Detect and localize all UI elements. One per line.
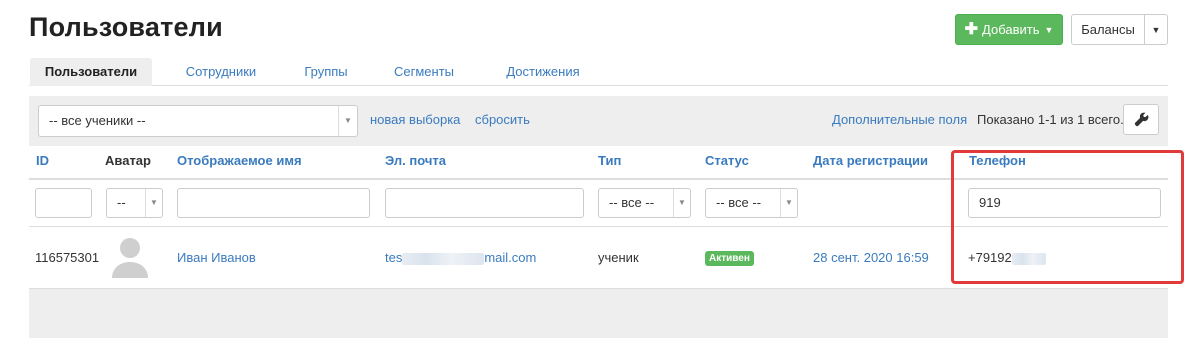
segment-select-value: -- все ученики -- — [49, 113, 146, 128]
new-selection-link[interactable]: новая выборка — [370, 112, 460, 127]
caret-down-icon: ▼ — [1151, 24, 1161, 35]
tab-achievements[interactable]: Достижения — [495, 58, 591, 86]
tab-segments[interactable]: Сегменты — [386, 58, 462, 86]
filter-type-select[interactable]: -- все -- ▼ — [598, 188, 691, 218]
filter-type-value: -- все -- — [609, 195, 655, 210]
filter-name-input[interactable] — [177, 188, 370, 218]
redacted-blur — [402, 252, 485, 265]
column-header-registered[interactable]: Дата регистрации — [813, 153, 928, 168]
row-divider — [29, 288, 1168, 289]
caret-down-icon: ▼ — [1044, 24, 1054, 35]
wrench-icon — [1134, 112, 1149, 127]
tab-groups[interactable]: Группы — [291, 58, 361, 86]
column-header-email[interactable]: Эл. почта — [385, 153, 446, 168]
filter-id-input[interactable] — [35, 188, 92, 218]
chevron-down-icon: ▼ — [673, 189, 690, 217]
user-email-link[interactable]: tes mail.com — [385, 250, 536, 265]
user-type: ученик — [598, 250, 639, 265]
redacted-blur — [1011, 252, 1046, 265]
chevron-down-icon: ▼ — [338, 106, 357, 136]
column-header-type[interactable]: Тип — [598, 153, 621, 168]
user-phone: +79192 — [968, 250, 1046, 265]
extra-fields-link[interactable]: Дополнительные поля — [832, 112, 967, 127]
add-button[interactable]: ✚ Добавить ▼ — [955, 14, 1063, 45]
user-phone-start: +79192 — [968, 250, 1012, 265]
column-header-phone[interactable]: Телефон — [969, 153, 1026, 168]
filter-status-select[interactable]: -- все -- ▼ — [705, 188, 798, 218]
filter-phone-input[interactable]: 919 — [968, 188, 1161, 218]
tabs-bar: Пользователи Сотрудники Группы Сегменты … — [29, 58, 1168, 86]
filter-email-input[interactable] — [385, 188, 584, 218]
column-header-status[interactable]: Статус — [705, 153, 749, 168]
balances-dropdown-toggle[interactable]: ▼ — [1144, 14, 1168, 45]
balances-button[interactable]: Балансы — [1071, 14, 1145, 45]
header-divider — [29, 178, 1168, 180]
users-panel: -- все ученики -- ▼ новая выборка сброси… — [29, 96, 1168, 338]
user-registered-link[interactable]: 28 сент. 2020 16:59 — [813, 250, 929, 265]
tab-employees[interactable]: Сотрудники — [171, 58, 271, 86]
status-badge: Активен — [705, 251, 754, 266]
page-title: Пользователи — [29, 12, 223, 42]
user-name-link[interactable]: Иван Иванов — [177, 250, 256, 265]
user-email-end: mail.com — [484, 250, 537, 265]
settings-button[interactable] — [1123, 104, 1159, 135]
results-count: Показано 1-1 из 1 всего. — [977, 112, 1124, 127]
filter-avatar-select[interactable]: -- ▼ — [106, 188, 163, 218]
segment-select[interactable]: -- все ученики -- ▼ — [38, 105, 358, 137]
filter-avatar-value: -- — [117, 195, 126, 210]
plus-icon: ✚ — [964, 20, 979, 38]
row-divider — [29, 226, 1168, 227]
avatar-placeholder-icon — [112, 238, 148, 278]
reset-link[interactable]: сбросить — [475, 112, 530, 127]
column-header-avatar: Аватар — [105, 153, 151, 168]
user-id: 116575301 — [35, 250, 100, 265]
users-table: ID Аватар Отображаемое имя Эл. почта Тип… — [29, 146, 1168, 289]
tab-users[interactable]: Пользователи — [30, 58, 152, 86]
chevron-down-icon: ▼ — [145, 189, 162, 217]
filter-status-value: -- все -- — [716, 195, 762, 210]
user-email-start: tes — [385, 250, 403, 265]
chevron-down-icon: ▼ — [780, 189, 797, 217]
add-button-label: Добавить — [982, 22, 1040, 37]
column-header-id[interactable]: ID — [36, 153, 49, 168]
column-header-name[interactable]: Отображаемое имя — [177, 153, 302, 168]
